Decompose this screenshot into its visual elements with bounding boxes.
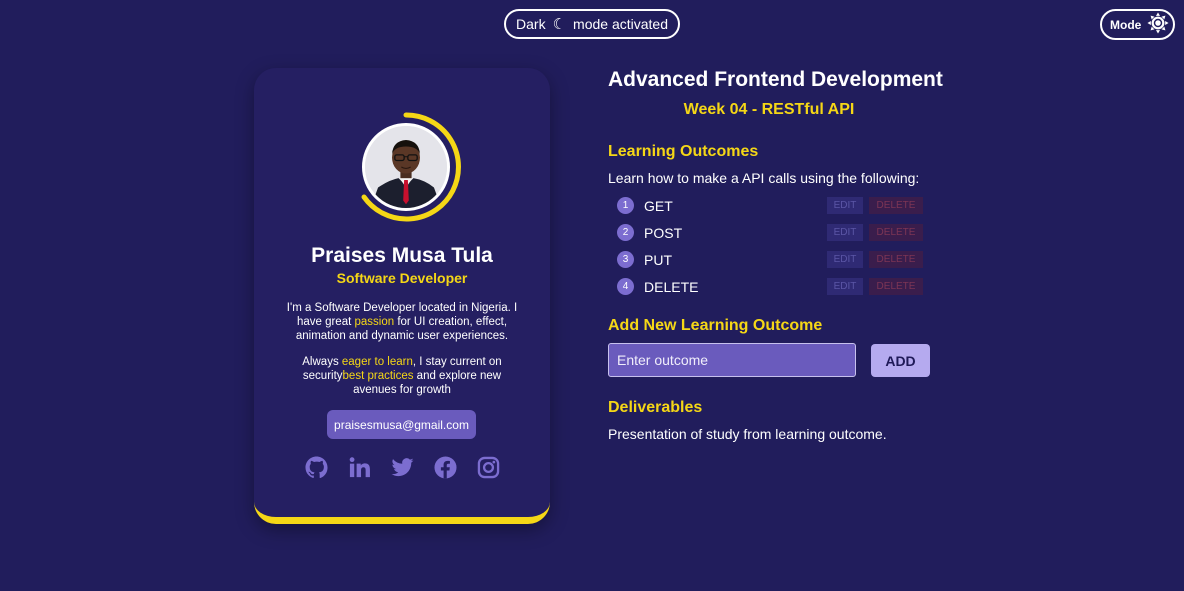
email-button[interactable]: praisesmusa@gmail.com [327, 410, 476, 439]
mode-label: Mode [1110, 17, 1142, 32]
edit-button[interactable]: EDIT [827, 197, 863, 214]
profile-card: Praises Musa Tula Software Developer I'm… [254, 68, 550, 524]
learning-outcomes-intro: Learn how to make a API calls using the … [608, 170, 920, 186]
outcome-text: PUT [644, 251, 672, 268]
instagram-icon[interactable] [477, 456, 500, 479]
delete-button[interactable]: DELETE [869, 197, 923, 214]
outcome-number: 4 [617, 278, 634, 295]
highlight-best-practices: best practices [342, 370, 414, 382]
social-links [254, 456, 550, 479]
profile-name: Praises Musa Tula [311, 244, 493, 267]
deliverables-heading: Deliverables [608, 399, 703, 416]
course-title: Advanced Frontend Development [608, 68, 943, 91]
mode-toggle-button[interactable]: Mode [1100, 9, 1175, 40]
outcomes-list: 1 GET EDIT DELETE 2 POST EDIT DELETE 3 P… [617, 192, 923, 300]
sun-icon [1147, 12, 1169, 37]
edit-button[interactable]: EDIT [827, 278, 863, 295]
delete-button[interactable]: DELETE [869, 278, 923, 295]
outcome-number: 1 [617, 197, 634, 214]
add-outcome-heading: Add New Learning Outcome [608, 317, 823, 334]
highlight-passion: passion [354, 316, 395, 328]
profile-role: Software Developer [336, 270, 468, 286]
delete-button[interactable]: DELETE [869, 251, 923, 268]
edit-button[interactable]: EDIT [827, 251, 863, 268]
dark-mode-toast: Dark ☾ mode activated [504, 9, 680, 39]
add-button[interactable]: ADD [871, 344, 930, 377]
toast-activated-label: mode activated [573, 16, 668, 32]
twitter-icon[interactable] [390, 456, 414, 479]
list-item: 2 POST EDIT DELETE [617, 219, 923, 246]
profile-bio: I'm a Software Developer located in Nige… [286, 302, 518, 342]
edit-button[interactable]: EDIT [827, 224, 863, 241]
avatar-container [350, 111, 462, 223]
learning-outcomes-heading: Learning Outcomes [608, 143, 759, 160]
linkedin-icon[interactable] [348, 456, 371, 479]
outcome-number: 2 [617, 224, 634, 241]
deliverables-text: Presentation of study from learning outc… [608, 426, 887, 442]
delete-button[interactable]: DELETE [869, 224, 923, 241]
avatar [362, 123, 450, 211]
highlight-eager: eager to learn [341, 356, 413, 368]
week-subtitle: Week 04 - RESTful API [683, 101, 855, 118]
facebook-icon[interactable] [433, 456, 457, 479]
outcome-text: POST [644, 224, 683, 241]
toast-dark-label: Dark [516, 16, 546, 32]
outcome-input[interactable] [608, 343, 856, 377]
profile-bio-2: Always eager to learn, I stay current on… [302, 356, 502, 396]
list-item: 1 GET EDIT DELETE [617, 192, 923, 219]
list-item: 3 PUT EDIT DELETE [617, 246, 923, 273]
course-content: Advanced Frontend Development Week 04 - … [608, 68, 943, 442]
outcome-number: 3 [617, 251, 634, 268]
outcome-text: DELETE [644, 278, 699, 295]
list-item: 4 DELETE EDIT DELETE [617, 273, 923, 300]
outcome-text: GET [644, 197, 673, 214]
github-icon[interactable] [304, 456, 328, 479]
moon-icon: ☾ [552, 15, 567, 33]
